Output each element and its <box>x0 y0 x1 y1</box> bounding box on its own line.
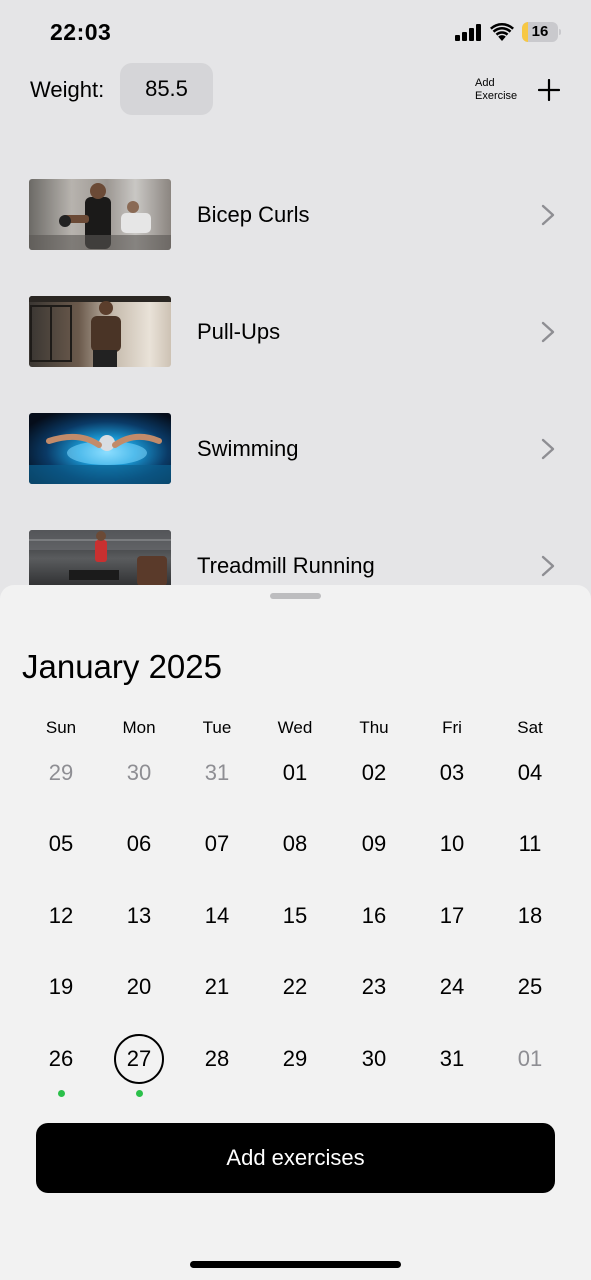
calendar-day[interactable]: 24 <box>427 962 477 1012</box>
battery-tip <box>559 29 561 35</box>
status-time: 22:03 <box>50 19 112 45</box>
plus-icon[interactable] <box>538 79 560 101</box>
calendar-day[interactable]: 22 <box>270 962 320 1012</box>
exercise-name: Bicep Curls <box>197 202 310 227</box>
add-exercise-label-line2: Exercise <box>475 90 518 102</box>
calendar-day[interactable]: 16 <box>349 891 399 941</box>
weekday-mon: Mon <box>122 718 156 737</box>
calendar-day[interactable]: 10 <box>427 819 477 869</box>
calendar-day[interactable]: 14 <box>192 891 242 941</box>
activity-dot <box>57 1090 65 1097</box>
battery-body: 16 <box>522 22 558 42</box>
calendar-day[interactable]: 01 <box>270 748 320 798</box>
cellular-signal-icon <box>455 24 481 41</box>
calendar-day[interactable]: 28 <box>192 1034 242 1084</box>
chevron-right-icon <box>541 204 555 226</box>
weekday-fri: Fri <box>442 718 462 737</box>
calendar-day[interactable]: 11 <box>505 819 555 869</box>
chevron-right-icon <box>541 555 555 577</box>
calendar-day[interactable]: 06 <box>114 819 164 869</box>
calendar-day[interactable]: 12 <box>36 891 86 941</box>
calendar-day[interactable]: 29 <box>36 748 86 798</box>
calendar-day[interactable]: 31 <box>192 748 242 798</box>
pull-ups-photo <box>29 296 171 367</box>
activity-dot <box>135 1090 143 1097</box>
calendar-day[interactable]: 19 <box>36 962 86 1012</box>
exercise-name: Treadmill Running <box>197 553 375 578</box>
calendar-day[interactable]: 09 <box>349 819 399 869</box>
battery-indicator: 16 <box>522 22 561 42</box>
calendar-day[interactable]: 07 <box>192 819 242 869</box>
calendar-day[interactable]: 30 <box>349 1034 399 1084</box>
add-exercises-button[interactable]: Add exercises <box>36 1123 555 1193</box>
weekday-wed: Wed <box>277 718 313 737</box>
exercise-row-pull-ups[interactable]: Pull-Ups <box>0 296 591 386</box>
wifi-icon <box>490 23 514 41</box>
calendar-day-selected[interactable]: 27 <box>114 1034 164 1084</box>
calendar-day[interactable]: 15 <box>270 891 320 941</box>
exercise-row-bicep-curls[interactable]: Bicep Curls <box>0 179 591 269</box>
calendar-day[interactable]: 26 <box>36 1034 86 1084</box>
calendar-day[interactable]: 18 <box>505 891 555 941</box>
calendar-day[interactable]: 21 <box>192 962 242 1012</box>
weekday-thu: Thu <box>359 718 389 737</box>
calendar-day[interactable]: 23 <box>349 962 399 1012</box>
battery-level: 16 <box>531 23 549 40</box>
calendar-day[interactable]: 03 <box>427 748 477 798</box>
calendar-day[interactable]: 20 <box>114 962 164 1012</box>
calendar-day[interactable]: 04 <box>505 748 555 798</box>
exercise-row-swimming[interactable]: Swimming <box>0 413 591 503</box>
chevron-right-icon <box>541 438 555 460</box>
bicep-curls-photo-art <box>29 183 171 250</box>
calendar-day[interactable]: 30 <box>114 748 164 798</box>
month-title: January 2025 <box>22 648 222 685</box>
add-exercise-label[interactable]: Add Exercise <box>475 77 517 103</box>
calendar-day[interactable]: 29 <box>270 1034 320 1084</box>
swimming-photo <box>29 413 171 484</box>
sheet-grabber[interactable] <box>270 593 321 599</box>
calendar-day[interactable]: 17 <box>427 891 477 941</box>
exercise-name: Pull-Ups <box>197 319 281 344</box>
bicep-curls-photo <box>29 179 171 250</box>
weekday-sun: Sun <box>45 718 77 737</box>
calendar-sheet[interactable]: January 2025 Sun Mon Tue Wed Thu Fri Sat… <box>0 585 591 1280</box>
status-bar: 22:03 16 <box>0 0 591 64</box>
weight-label: Weight: <box>30 77 105 102</box>
calendar-day[interactable]: 31 <box>427 1034 477 1084</box>
calendar-day[interactable]: 02 <box>349 748 399 798</box>
pull-ups-photo-art <box>29 296 171 367</box>
add-exercise-label-line1: Add <box>475 77 495 89</box>
home-indicator <box>190 1261 401 1268</box>
calendar-day[interactable]: 01 <box>505 1034 555 1084</box>
swimming-photo-art <box>29 433 171 484</box>
weekday-sat: Sat <box>517 718 543 737</box>
calendar-day[interactable]: 13 <box>114 891 164 941</box>
weekday-tue: Tue <box>202 718 232 737</box>
calendar-day[interactable]: 05 <box>36 819 86 869</box>
chevron-right-icon <box>541 321 555 343</box>
exercise-name: Swimming <box>197 436 299 461</box>
calendar-day[interactable]: 25 <box>505 962 555 1012</box>
weight-input[interactable]: 85.5 <box>120 63 213 115</box>
calendar-day[interactable]: 08 <box>270 819 320 869</box>
